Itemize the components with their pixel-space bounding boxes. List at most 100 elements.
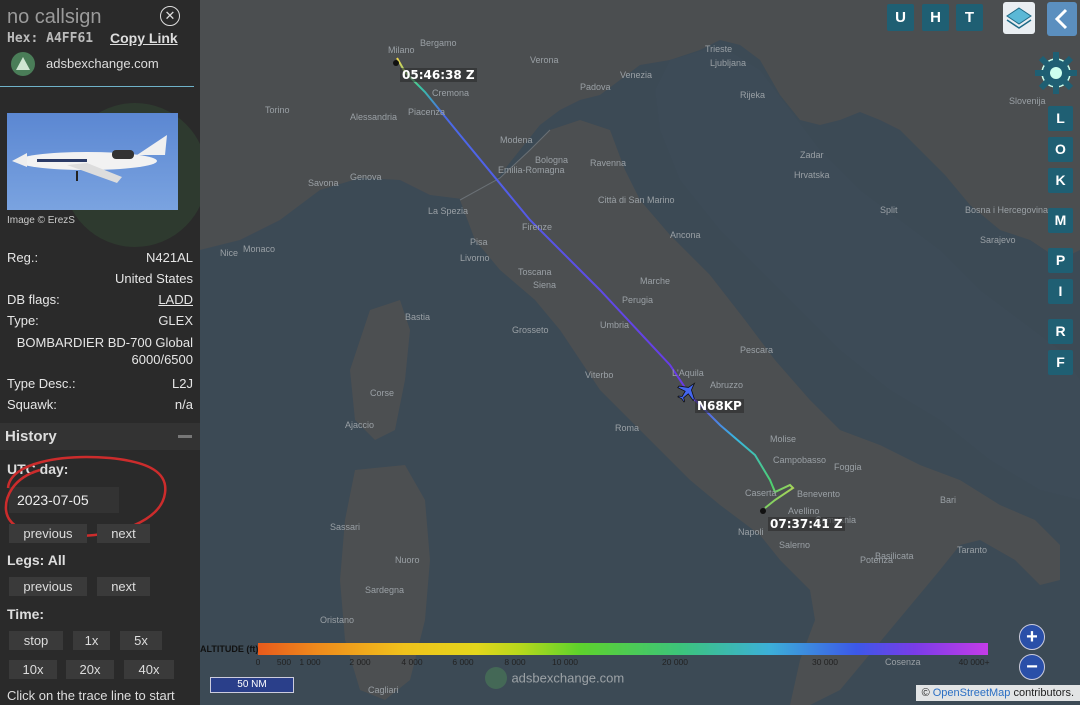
- place-label: Bari: [940, 495, 957, 505]
- speed-1x-button[interactable]: 1x: [73, 631, 110, 650]
- k-button[interactable]: K: [1048, 168, 1073, 193]
- place-label: Corse: [370, 388, 395, 398]
- close-button[interactable]: ✕: [160, 6, 180, 26]
- place-label: Sardegna: [365, 585, 405, 595]
- altitude-tick: 2 000: [349, 657, 371, 667]
- zoom-out-button[interactable]: −: [1019, 654, 1045, 680]
- place-label: Verona: [530, 55, 559, 65]
- hex-value: A4FF61: [46, 31, 94, 46]
- zoom-in-button[interactable]: +: [1019, 624, 1045, 650]
- place-label: Ajaccio: [345, 420, 375, 430]
- map-canvas: [200, 0, 1080, 705]
- scale-bar: 50 NM: [210, 677, 294, 693]
- speed-40x-button[interactable]: 40x: [124, 660, 174, 679]
- i-button[interactable]: I: [1048, 279, 1073, 304]
- place-label: Cremona: [432, 88, 470, 98]
- type-name: BOMBARDIER BD-700 Global 6000/6500: [16, 335, 193, 367]
- place-label: Roma: [615, 423, 640, 433]
- layers-icon: [1006, 7, 1032, 29]
- day-prev-button[interactable]: previous: [9, 524, 87, 543]
- legs-prev-button[interactable]: previous: [9, 577, 87, 596]
- history-header[interactable]: History: [0, 423, 200, 450]
- place-label: Venezia: [620, 70, 653, 80]
- altitude-tick: 8 000: [504, 657, 526, 667]
- f-button[interactable]: F: [1048, 350, 1073, 375]
- u-button[interactable]: U: [887, 4, 914, 31]
- r-button[interactable]: R: [1048, 319, 1073, 344]
- reg-value: N421AL: [146, 250, 193, 265]
- m-button[interactable]: M: [1048, 208, 1073, 233]
- collapse-sidebar-button[interactable]: [1047, 2, 1077, 36]
- place-label: Abruzzo: [710, 380, 744, 390]
- place-label: Modena: [500, 135, 533, 145]
- time-label: Time:: [7, 606, 45, 622]
- stop-button[interactable]: stop: [9, 631, 63, 650]
- divider: [0, 86, 194, 87]
- place-label: Savona: [308, 178, 339, 188]
- map-view[interactable]: Milano Trieste Torino Genova Cremona Piacenza…: [200, 0, 1080, 705]
- layers-button[interactable]: [1003, 2, 1035, 34]
- site-link[interactable]: adsbexchange.com: [46, 56, 159, 71]
- speed-10x-button[interactable]: 10x: [9, 660, 57, 679]
- place-label: Caserta: [745, 488, 777, 498]
- place-label: Ravenna: [590, 158, 627, 168]
- zoom-out-icon: −: [1026, 656, 1038, 678]
- place-label: Sassari: [330, 522, 361, 532]
- place-label: Nuoro: [395, 555, 420, 565]
- place-label: Molise: [770, 434, 797, 444]
- scale-label: 50 NM: [237, 679, 267, 690]
- speed-5x-button[interactable]: 5x: [120, 631, 162, 650]
- day-next-button[interactable]: next: [97, 524, 150, 543]
- squawk-label: Squawk:: [7, 397, 57, 412]
- place-label: Livorno: [460, 253, 490, 263]
- h-button[interactable]: H: [922, 4, 949, 31]
- altitude-tick: 6 000: [452, 657, 474, 667]
- adsb-logo-icon: [11, 52, 35, 76]
- start-time-label: 05:46:38 Z: [400, 68, 477, 82]
- t-button[interactable]: T: [956, 4, 983, 31]
- place-label: Bologna: [535, 155, 569, 165]
- place-label: Pisa: [470, 237, 488, 247]
- place-label: Bastia: [405, 312, 431, 322]
- place-label: Alessandria: [350, 112, 398, 122]
- place-label: Slovenija: [1009, 96, 1046, 106]
- p-button[interactable]: P: [1048, 248, 1073, 273]
- flight-label[interactable]: N68KP: [695, 399, 744, 413]
- place-label: Città di San Marino: [598, 195, 675, 205]
- place-label: Viterbo: [585, 370, 614, 380]
- copy-link[interactable]: Copy Link: [110, 30, 178, 46]
- place-label: Salerno: [779, 540, 811, 550]
- place-label: Hrvatska: [794, 170, 830, 180]
- chevron-left-icon: [1054, 8, 1068, 30]
- reg-label: Reg.:: [7, 250, 39, 265]
- place-label: Umbria: [600, 320, 630, 330]
- altitude-tick: 30 000: [812, 657, 838, 667]
- place-label: Ancona: [670, 230, 701, 240]
- l-button[interactable]: L: [1048, 106, 1073, 131]
- altitude-tick: 10 000: [552, 657, 578, 667]
- place-label: Benevento: [797, 489, 841, 499]
- place-label: Toscana: [518, 267, 552, 277]
- place-label: Bosna i Hercegovina: [965, 205, 1049, 215]
- place-label: Torino: [265, 105, 290, 115]
- osm-link[interactable]: OpenStreetMap: [933, 687, 1011, 699]
- altitude-tick: 0: [255, 657, 261, 667]
- settings-button[interactable]: [1033, 50, 1079, 96]
- legs-label: Legs: All: [7, 552, 66, 568]
- place-label: Rijeka: [740, 90, 766, 100]
- legs-next-button[interactable]: next: [97, 577, 150, 596]
- callsign: no callsign: [7, 6, 102, 28]
- place-label: Taranto: [957, 545, 988, 555]
- place-label: Ljubljana: [710, 58, 747, 68]
- copyright-symbol: ©: [921, 687, 930, 699]
- dbflags-value[interactable]: LADD: [158, 292, 193, 307]
- place-label: Oristano: [320, 615, 355, 625]
- attribution: © OpenStreetMap contributors.: [915, 685, 1080, 701]
- typedesc-value: L2J: [172, 376, 193, 391]
- o-button[interactable]: O: [1048, 137, 1073, 162]
- speed-20x-button[interactable]: 20x: [66, 660, 114, 679]
- place-label: Cagliari: [368, 685, 399, 695]
- place-label: Grosseto: [512, 325, 549, 335]
- place-label: Piacenza: [408, 107, 446, 117]
- altitude-tick: 4 000: [401, 657, 423, 667]
